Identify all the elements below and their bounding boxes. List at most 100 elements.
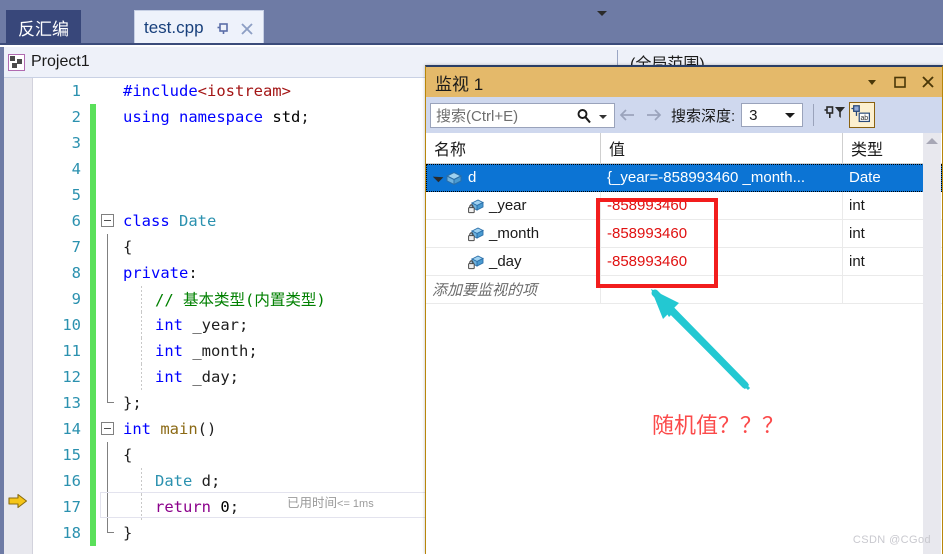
fold-guide <box>107 286 108 312</box>
change-bar <box>90 208 96 234</box>
tab-test-cpp-label: test.cpp <box>144 18 204 37</box>
indent-guide <box>141 312 142 338</box>
line-number: 4 <box>71 160 81 178</box>
watch-row-name[interactable]: d <box>426 164 601 191</box>
watch-row-type: int <box>849 253 865 270</box>
close-icon[interactable] <box>920 74 936 90</box>
line-number: 6 <box>71 212 81 230</box>
change-bar <box>90 390 96 416</box>
search-depth-label: 搜索深度: <box>671 107 736 125</box>
chevron-down-icon[interactable] <box>785 113 796 118</box>
table-row[interactable]: d {_year=-858993460 _month... Date <box>426 164 942 192</box>
change-bar <box>90 104 96 130</box>
watch-row-value[interactable]: {_year=-858993460 _month... <box>601 164 843 191</box>
change-bar <box>90 468 96 494</box>
change-bar <box>90 442 96 468</box>
editor-tab-strip: 反汇编 test.cpp <box>0 0 943 45</box>
elapsed-time-value: <= 1ms <box>337 498 374 510</box>
search-icon[interactable] <box>576 108 592 124</box>
add-watch-value-cell[interactable] <box>601 276 843 303</box>
change-bar <box>90 130 96 156</box>
line-number: 8 <box>71 264 81 282</box>
fold-toggle-icon[interactable] <box>101 422 114 435</box>
watch-scrollbar[interactable] <box>923 133 941 554</box>
fold-guide <box>107 234 108 260</box>
fold-guide <box>107 338 108 364</box>
scroll-up-arrow-icon[interactable] <box>926 138 938 144</box>
pin-ab-icon[interactable]: ab <box>849 102 876 128</box>
navbar-project-label: Project1 <box>31 53 90 70</box>
line-number: 3 <box>71 134 81 152</box>
watch-row-name[interactable]: _month <box>426 220 601 247</box>
indent-guide <box>141 286 142 312</box>
watch-row-type: int <box>849 197 865 214</box>
expander-collapse-icon[interactable] <box>430 171 444 185</box>
indent-guide <box>141 338 142 364</box>
search-back-button[interactable] <box>615 102 641 128</box>
chevron-down-icon[interactable] <box>599 114 607 119</box>
watch-row-name-label: _year <box>489 197 527 214</box>
svg-text:ab: ab <box>861 115 869 122</box>
line-number: 13 <box>62 394 81 412</box>
column-header-value[interactable]: 值 <box>601 133 843 163</box>
fold-guide <box>107 442 108 468</box>
line-number: 10 <box>62 316 81 334</box>
watch-grid[interactable]: 名称 值 类型 d {_year=-858993460 _month... Da… <box>426 133 942 554</box>
line-number: 14 <box>62 420 81 438</box>
watch-row-name[interactable]: _year <box>426 192 601 219</box>
search-placeholder: 搜索(Ctrl+E) <box>436 107 519 125</box>
add-watch-type-cell <box>843 276 925 303</box>
search-depth-input[interactable]: 3 <box>741 103 804 127</box>
window-dropdown-icon[interactable] <box>864 74 880 90</box>
table-row[interactable]: _month -858993460 int <box>426 220 942 248</box>
watch-row-name[interactable]: _day <box>426 248 601 275</box>
search-input[interactable]: 搜索(Ctrl+E) <box>430 102 615 128</box>
watch-row-name-label: d <box>468 169 477 186</box>
table-row[interactable]: _year -858993460 int <box>426 192 942 220</box>
watch-toolbar: 搜索(Ctrl+E) 搜索深度: 3 ab <box>426 97 942 134</box>
watch-grid-header: 名称 值 类型 <box>426 133 942 164</box>
line-number: 9 <box>71 290 81 308</box>
close-icon[interactable] <box>240 21 254 35</box>
pin-filter-icon[interactable] <box>823 102 849 128</box>
line-number: 15 <box>62 446 81 464</box>
search-forward-button[interactable] <box>641 102 667 128</box>
watermark-label: CSDN @CGod <box>852 534 931 546</box>
column-header-type[interactable]: 类型 <box>843 133 925 163</box>
watch-row-type: Date <box>843 164 925 191</box>
change-bar <box>90 260 96 286</box>
watch-row-name-label: _day <box>489 253 522 270</box>
pin-icon[interactable] <box>216 21 231 36</box>
change-bar <box>90 286 96 312</box>
toolbar-divider <box>813 104 815 126</box>
add-watch-row[interactable]: 添加要监视的项 <box>426 276 942 304</box>
watch-row-value[interactable]: -858993460 <box>601 248 843 275</box>
chevron-down-icon[interactable] <box>597 11 607 16</box>
indent-guide <box>141 364 142 390</box>
line-number: 7 <box>71 238 81 256</box>
watch-row-value[interactable]: -858993460 <box>601 220 843 247</box>
change-bar <box>90 520 96 546</box>
column-header-name[interactable]: 名称 <box>426 133 601 163</box>
watch-row-value[interactable]: -858993460 <box>601 192 843 219</box>
watch-window: 监视 1 搜索(Ctrl+E) 搜索深度: 3 ab 名称 值 类型 d {_y… <box>425 65 943 554</box>
breakpoint-margin[interactable] <box>0 78 33 554</box>
change-bar <box>90 416 96 442</box>
add-watch-placeholder[interactable]: 添加要监视的项 <box>426 276 601 303</box>
indent-guide <box>141 468 142 494</box>
line-number: 12 <box>62 368 81 386</box>
fold-guide <box>107 390 114 403</box>
tab-test-cpp[interactable]: test.cpp <box>134 10 264 45</box>
table-row[interactable]: _day -858993460 int <box>426 248 942 276</box>
change-bar <box>90 364 96 390</box>
maximize-icon[interactable] <box>892 74 908 90</box>
watch-titlebar[interactable]: 监视 1 <box>426 67 942 97</box>
watch-row-type: int <box>849 225 865 242</box>
fold-guide <box>107 520 114 533</box>
change-bar <box>90 494 96 520</box>
fold-toggle-icon[interactable] <box>101 214 114 227</box>
change-bar <box>90 338 96 364</box>
watch-row-name-label: _month <box>489 225 540 242</box>
tab-disassembly[interactable]: 反汇编 <box>6 10 81 45</box>
line-number: 17 <box>62 498 81 516</box>
